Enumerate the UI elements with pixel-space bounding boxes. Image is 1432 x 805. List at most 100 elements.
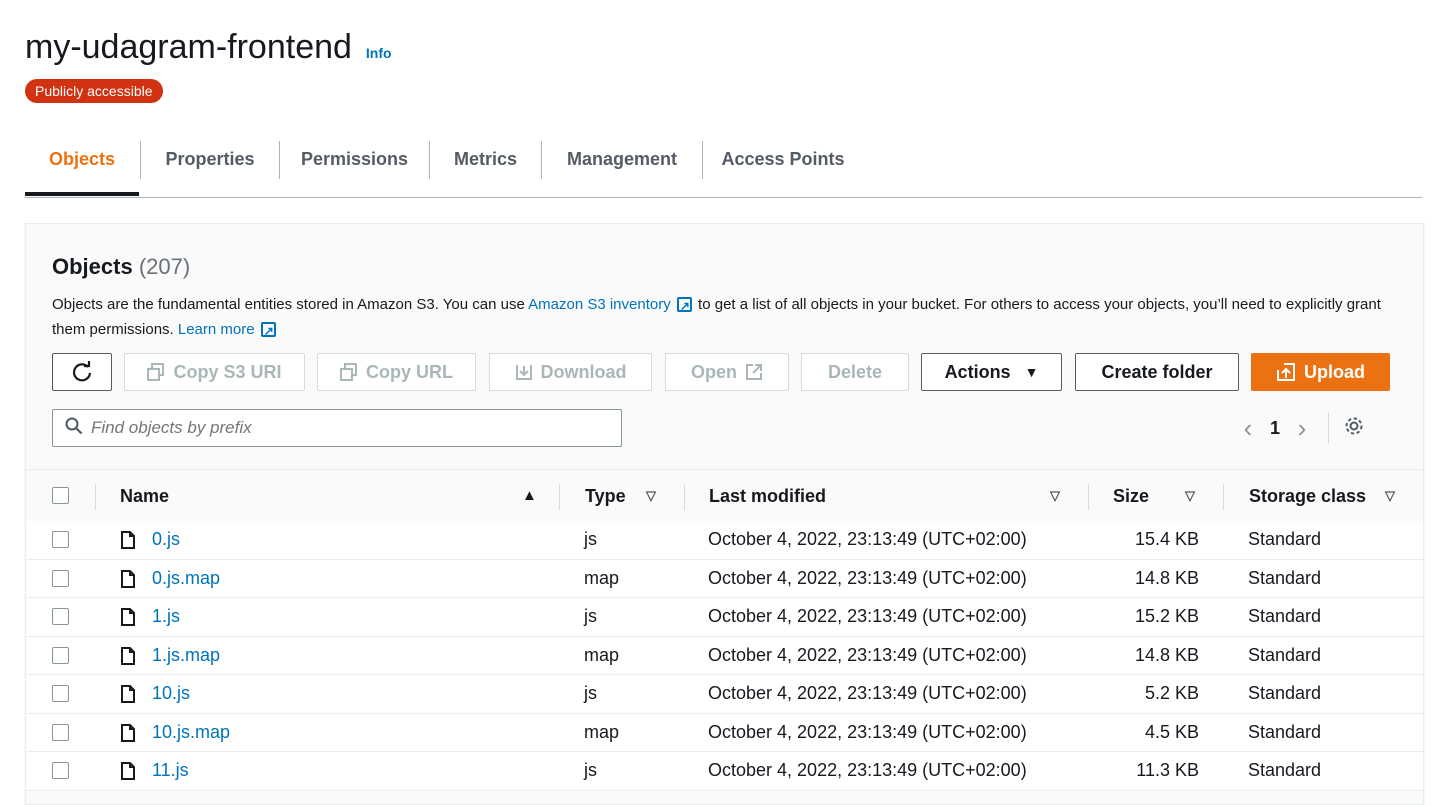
file-icon [121,608,135,626]
tab-objects[interactable]: Objects [25,141,139,196]
row-checkbox[interactable] [52,646,69,664]
row-checkbox[interactable] [52,685,69,702]
object-name-link[interactable]: 1.js [152,598,180,635]
sort-icon[interactable]: ▽ [646,470,656,522]
copy-icon [340,363,357,381]
row-checkbox[interactable] [52,723,69,741]
page-number[interactable]: 1 [1260,418,1290,439]
object-type: js [584,606,597,626]
file-icon [121,531,135,549]
object-storage-class: Standard [1248,606,1322,626]
sort-icon[interactable]: ▽ [1185,470,1195,522]
object-type: js [584,529,597,549]
object-last-modified: October 4, 2022, 23:13:49 (UTC+02:00) [708,606,1027,626]
tab-access-points[interactable]: Access Points [703,141,863,189]
column-header-type[interactable]: Type [585,470,626,522]
table-row: 10.js js October 4, 2022, 23:13:49 (UTC+02… [26,675,1423,714]
table-row: 1.js js October 4, 2022, 23:13:49 (UTC+02:… [26,598,1423,637]
sort-icon[interactable]: ▽ [1050,470,1060,522]
object-name-link[interactable]: 0.js [152,521,180,558]
tab-metrics[interactable]: Metrics [430,141,541,189]
object-name-link[interactable]: 0.js.map [152,560,220,597]
column-divider [1223,484,1224,510]
object-storage-class: Standard [1248,721,1322,742]
objects-table-body: 0.js js October 4, 2022, 23:13:49 (UTC+02:… [26,521,1423,791]
object-storage-class: Standard [1248,760,1322,780]
copy-url-label: Copy URL [366,361,453,382]
object-size: 15.4 KB [1134,529,1199,549]
column-header-name[interactable]: Name [120,470,169,522]
select-all-checkbox[interactable] [52,487,69,504]
actions-label: Actions [944,361,1011,382]
row-checkbox[interactable] [52,608,69,625]
file-icon [121,762,135,780]
row-checkbox[interactable] [52,531,69,548]
external-link-icon [746,364,762,380]
actions-dropdown[interactable]: Actions ▼ [921,353,1062,391]
copy-s3-uri-button[interactable]: Copy S3 URI [124,353,305,391]
tab-properties[interactable]: Properties [141,141,279,189]
upload-label: Upload [1304,361,1365,382]
page-header: my-udagram-frontend Info [25,28,392,67]
info-link[interactable]: Info [366,45,392,61]
table-row: 10.js.map map October 4, 2022, 23:13:49 (U… [26,714,1423,752]
download-button[interactable]: Download [489,353,652,391]
table-row: 11.js js October 4, 2022, 23:13:49 (UTC+02… [26,752,1423,791]
refresh-icon [72,361,92,382]
object-storage-class: Standard [1248,683,1322,703]
object-last-modified: October 4, 2022, 23:13:49 (UTC+02:00) [708,760,1027,780]
learn-more-link[interactable]: Learn more [178,321,255,338]
row-checkbox[interactable] [52,569,69,587]
search-icon [59,417,89,440]
refresh-button[interactable] [52,353,112,391]
tab-permissions[interactable]: Permissions [280,141,429,189]
objects-description: Objects are the fundamental entities sto… [52,292,1392,344]
inventory-link[interactable]: Amazon S3 inventory [528,296,671,313]
object-storage-class: Standard [1248,529,1322,549]
table-row: 0.js.map map October 4, 2022, 23:13:49 (UT… [26,560,1423,598]
open-button[interactable]: Open [665,353,789,391]
gear-icon[interactable] [1343,415,1365,442]
sort-asc-icon[interactable]: ▲ [522,470,537,522]
copy-url-button[interactable]: Copy URL [317,353,476,391]
column-header-last-modified[interactable]: Last modified [709,470,826,522]
column-header-size[interactable]: Size [1113,470,1149,522]
objects-panel: Objects (207) Objects are the fundamenta… [25,223,1424,805]
object-last-modified: October 4, 2022, 23:13:49 (UTC+02:00) [708,721,1027,742]
chevron-left-icon[interactable]: ‹ [1236,413,1260,444]
bucket-tabs: Objects Properties Permissions Metrics M… [25,135,1422,198]
column-divider [684,484,685,510]
delete-button[interactable]: Delete [801,353,909,391]
file-icon [121,723,135,742]
object-type: map [584,567,620,588]
chevron-right-icon[interactable]: › [1290,413,1314,444]
upload-button[interactable]: Upload [1251,353,1390,391]
object-name-link[interactable]: 10.js [152,675,190,712]
bucket-title: my-udagram-frontend [25,28,352,66]
create-folder-label: Create folder [1101,361,1213,382]
delete-label: Delete [827,361,883,382]
object-size: 4.5 KB [1144,721,1199,742]
copy-s3-uri-label: Copy S3 URI [173,361,282,382]
object-name-link[interactable]: 10.js.map [152,714,230,751]
search-input[interactable] [89,417,593,439]
object-name-link[interactable]: 1.js.map [152,637,220,674]
sort-icon[interactable]: ▽ [1385,470,1395,522]
object-type: js [584,760,597,780]
object-type: map [584,721,620,742]
row-checkbox[interactable] [52,762,69,779]
create-folder-button[interactable]: Create folder [1075,353,1239,391]
column-divider [95,484,96,510]
column-header-storage-class[interactable]: Storage class [1249,470,1366,522]
file-icon [121,569,135,588]
object-name-link[interactable]: 11.js [152,752,189,789]
tab-management[interactable]: Management [542,141,702,189]
object-storage-class: Standard [1248,567,1322,588]
object-type: js [584,683,597,703]
public-access-badge: Publicly accessible [25,79,163,103]
object-size: 15.2 KB [1134,606,1199,626]
copy-icon [147,363,165,381]
object-size: 5.2 KB [1144,683,1199,703]
pager-divider [1328,413,1329,443]
object-last-modified: October 4, 2022, 23:13:49 (UTC+02:00) [708,529,1027,549]
